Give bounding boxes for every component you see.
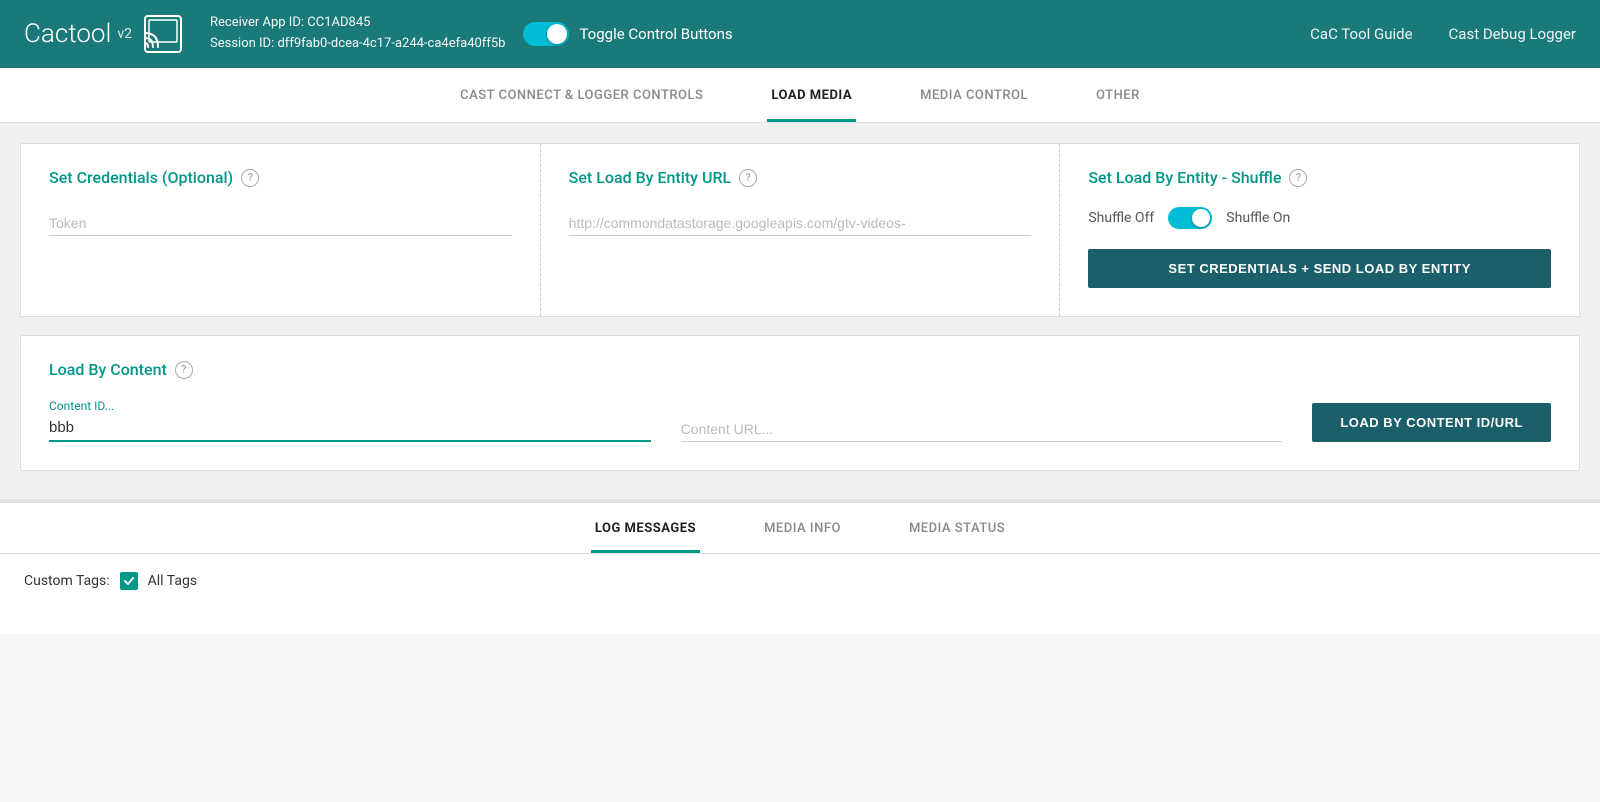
shuffle-off-label: Shuffle Off bbox=[1088, 210, 1154, 226]
logo-version: v2 bbox=[117, 26, 132, 42]
shuffle-toggle[interactable] bbox=[1168, 207, 1212, 229]
tab-media-info[interactable]: MEDIA INFO bbox=[760, 503, 845, 553]
checkbox-check-icon bbox=[123, 575, 135, 587]
cast-icon bbox=[144, 15, 182, 53]
custom-tags-row: Custom Tags: All Tags bbox=[24, 572, 1576, 590]
logo-area: Cactool v2 bbox=[24, 15, 182, 53]
content-url-group bbox=[681, 413, 1313, 442]
entity-url-card-title: Set Load By Entity URL ? bbox=[569, 168, 1032, 187]
custom-tags-label: Custom Tags: bbox=[24, 573, 110, 589]
load-by-content-title: Load By Content ? bbox=[49, 360, 1551, 379]
shuffle-toggle-thumb bbox=[1192, 209, 1210, 227]
all-tags-label: All Tags bbox=[148, 573, 197, 589]
credentials-help-icon[interactable]: ? bbox=[241, 169, 259, 187]
tab-log-messages[interactable]: LOG MESSAGES bbox=[591, 503, 700, 553]
all-tags-checkbox[interactable] bbox=[120, 572, 138, 590]
toggle-label: Toggle Control Buttons bbox=[579, 25, 732, 43]
control-buttons-toggle[interactable] bbox=[523, 22, 569, 46]
main-navigation: CAST CONNECT & LOGGER CONTROLS LOAD MEDI… bbox=[0, 68, 1600, 123]
cast-debug-logger-link[interactable]: Cast Debug Logger bbox=[1449, 25, 1576, 43]
shuffle-toggle-row: Shuffle Off Shuffle On bbox=[1088, 207, 1551, 229]
tab-load-media[interactable]: LOAD MEDIA bbox=[767, 68, 856, 122]
bottom-section: LOG MESSAGES MEDIA INFO MEDIA STATUS Cus… bbox=[0, 501, 1600, 634]
entity-url-help-icon[interactable]: ? bbox=[739, 169, 757, 187]
tab-other[interactable]: OTHER bbox=[1092, 68, 1144, 122]
shuffle-on-label: Shuffle On bbox=[1226, 210, 1290, 226]
toggle-area: Toggle Control Buttons bbox=[523, 22, 732, 46]
tab-media-status[interactable]: MEDIA STATUS bbox=[905, 503, 1009, 553]
credentials-card-title: Set Credentials (Optional) ? bbox=[49, 168, 512, 187]
entity-shuffle-card: Set Load By Entity - Shuffle ? Shuffle O… bbox=[1060, 144, 1579, 316]
bottom-content-area: Custom Tags: All Tags bbox=[0, 554, 1600, 634]
session-id-line: Session ID: dff9fab0-dcea-4c17-a244-ca4e… bbox=[210, 34, 505, 55]
token-input[interactable] bbox=[49, 207, 512, 236]
entity-url-card: Set Load By Entity URL ? bbox=[541, 144, 1061, 316]
load-by-content-help-icon[interactable]: ? bbox=[175, 361, 193, 379]
credentials-card: Set Credentials (Optional) ? bbox=[21, 144, 541, 316]
receiver-app-line: Receiver App ID: CC1AD845 bbox=[210, 13, 505, 34]
tab-cast-connect[interactable]: CAST CONNECT & LOGGER CONTROLS bbox=[456, 68, 707, 122]
bottom-navigation: LOG MESSAGES MEDIA INFO MEDIA STATUS bbox=[0, 503, 1600, 554]
entity-shuffle-help-icon[interactable]: ? bbox=[1289, 169, 1307, 187]
main-content: Set Credentials (Optional) ? Set Load By… bbox=[0, 123, 1600, 499]
top-cards-row: Set Credentials (Optional) ? Set Load By… bbox=[20, 143, 1580, 317]
entity-shuffle-card-title: Set Load By Entity - Shuffle ? bbox=[1088, 168, 1551, 187]
app-header: Cactool v2 Receiver App ID: CC1AD845 Ses… bbox=[0, 0, 1600, 68]
content-id-input[interactable] bbox=[49, 415, 651, 442]
content-url-input[interactable] bbox=[681, 413, 1283, 442]
load-by-content-inputs: Content ID... LOAD BY CONTENT ID/URL bbox=[49, 399, 1551, 442]
load-by-content-button[interactable]: LOAD BY CONTENT ID/URL bbox=[1312, 403, 1551, 442]
load-by-content-section: Load By Content ? Content ID... LOAD BY … bbox=[20, 335, 1580, 471]
logo-text: Cactool bbox=[24, 19, 111, 49]
tab-media-control[interactable]: MEDIA CONTROL bbox=[916, 68, 1032, 122]
entity-url-input[interactable] bbox=[569, 207, 1032, 236]
content-id-group: Content ID... bbox=[49, 399, 681, 442]
header-nav: CaC Tool Guide Cast Debug Logger bbox=[1310, 25, 1576, 43]
session-info: Receiver App ID: CC1AD845 Session ID: df… bbox=[210, 13, 505, 55]
cac-tool-guide-link[interactable]: CaC Tool Guide bbox=[1310, 25, 1412, 43]
set-credentials-send-load-button[interactable]: SET CREDENTIALS + SEND LOAD BY ENTITY bbox=[1088, 249, 1551, 288]
content-id-label: Content ID... bbox=[49, 399, 651, 413]
